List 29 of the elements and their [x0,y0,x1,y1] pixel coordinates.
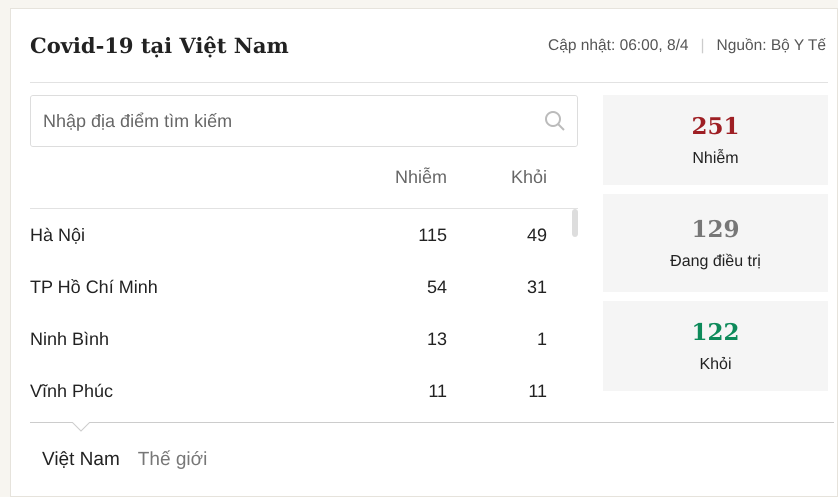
stat-label: Khỏi [699,356,732,374]
update-time: Cập nhật: 06:00, 8/4 [548,36,689,54]
separator: | [700,36,705,54]
table-cell-text: 11 [527,380,548,402]
table-cell-text: 31 [526,276,548,298]
column-header: Khỏi [510,167,548,188]
stat-label: Nhiễm [692,150,739,168]
table-cell-text: 115 [417,224,447,246]
place-name: Vĩnh Phúc [30,380,114,402]
place-name: Hà Nội [30,224,86,246]
table-cell-text: 1 [536,328,548,350]
stat-label: Đang điều trị [670,252,761,270]
table-cell-text: 54 [426,276,447,298]
stat-value: 122 [691,318,740,346]
search-field[interactable]: Nhập địa điểm tìm kiếm [30,95,578,147]
scrollbar[interactable] [572,209,578,237]
tab[interactable]: Việt Nam [36,445,126,475]
source-text: Nguồn: Bộ Y Tế [716,36,826,54]
table-cell-text: 11 [427,380,447,402]
stat-value: 129 [691,216,740,242]
search-icon[interactable] [544,110,566,132]
tab[interactable]: Thế giới [132,445,214,475]
table-cell-text: 49 [526,224,548,246]
stat-value: 251 [691,112,740,140]
place-name: TP Hồ Chí Minh [30,276,159,298]
table-cell-text: 13 [426,328,447,350]
column-header: Nhiễm [394,167,447,188]
place-name: Ninh Bình [30,328,110,350]
widget-title: Covid-19 tại Việt Nam [30,33,289,58]
